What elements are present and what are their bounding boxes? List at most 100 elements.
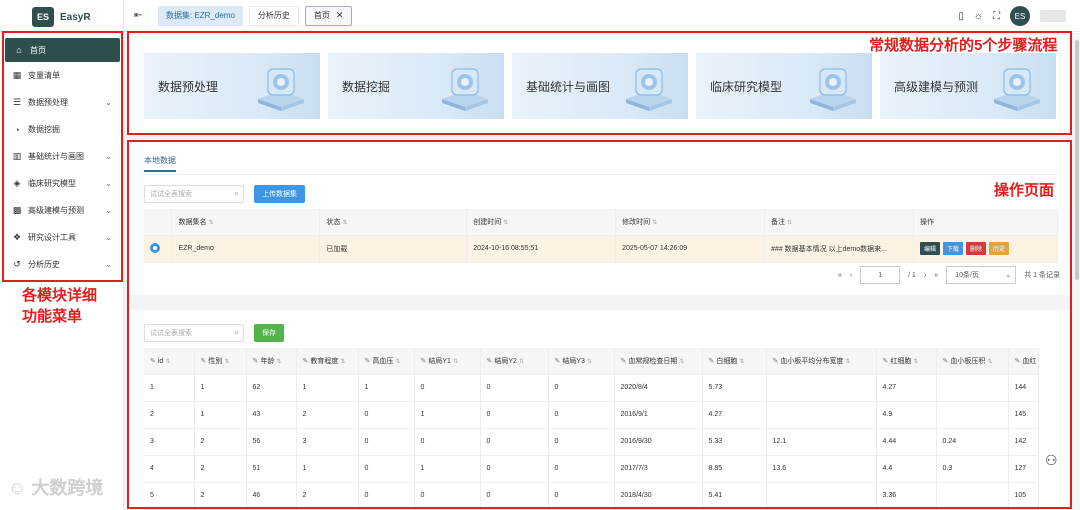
sidebar-item[interactable]: ▥ 基础统计与画图 ⌄ <box>3 143 122 170</box>
step-card[interactable]: 高级建模与预测 <box>880 53 1056 119</box>
table-cell[interactable]: 4.27 <box>876 374 937 402</box>
table-cell[interactable] <box>766 401 877 429</box>
page-size-select[interactable]: 10条/页 ⌄ <box>946 266 1017 284</box>
edit-icon[interactable]: ✎ <box>201 358 207 365</box>
step-card[interactable]: 临床研究模型 <box>696 53 872 119</box>
op-button[interactable]: 下载 <box>943 242 964 255</box>
sort-icon[interactable]: ⇅ <box>208 220 213 226</box>
sidebar-item[interactable]: ❖ 研究设计工具 ⌄ <box>3 224 122 251</box>
table-cell[interactable]: 1 <box>296 455 359 483</box>
table-cell[interactable]: 4 <box>144 455 195 483</box>
column-header[interactable]: ✎ 血小板平均分布宽度 ⇅ <box>766 348 877 375</box>
table-cell[interactable]: 13.6 <box>766 455 877 483</box>
table-cell[interactable]: 0.3 <box>936 455 1009 483</box>
table-cell[interactable]: 1 <box>144 374 195 402</box>
edit-icon[interactable]: ✎ <box>773 358 779 365</box>
op-button[interactable]: 删除 <box>966 242 987 255</box>
table-cell[interactable]: 0.24 <box>936 428 1009 456</box>
robot-assistant-icon[interactable]: ⚇ <box>1045 452 1063 470</box>
column-header[interactable]: 修改时间 ⇅ <box>615 209 766 236</box>
table-row[interactable]: 5 2 46 2 0 0 0 0 2018/4/30 5.41 3.36 105 <box>144 482 1039 510</box>
table-cell[interactable]: 2 <box>194 455 247 483</box>
theme-sun-icon[interactable]: ☼ <box>974 11 983 22</box>
table-cell[interactable]: 1 <box>358 374 415 402</box>
table-cell[interactable]: 4.44 <box>876 428 937 456</box>
sort-icon[interactable]: ⇅ <box>587 359 592 365</box>
sort-icon[interactable]: ⇅ <box>224 359 229 365</box>
table-cell[interactable]: 2 <box>144 401 195 429</box>
table-row[interactable]: 2 1 43 2 0 1 0 0 2016/9/1 4.27 4.9 145 <box>144 401 1039 429</box>
table-cell[interactable]: 1 <box>414 401 481 429</box>
table-cell[interactable]: 4.4 <box>876 455 937 483</box>
edit-icon[interactable]: ✎ <box>487 358 493 365</box>
tab-home[interactable]: 首页 ✕ <box>304 5 353 26</box>
prev-page-icon[interactable]: ‹ <box>850 272 852 279</box>
column-header[interactable]: ✎ 高血压 ⇅ <box>358 348 415 375</box>
table-cell[interactable]: 2020/8/4 <box>614 374 703 402</box>
table-cell[interactable] <box>766 482 877 510</box>
table-cell[interactable]: 5.33 <box>702 428 767 456</box>
sort-icon[interactable]: ⇅ <box>340 359 345 365</box>
sort-icon[interactable]: ⇅ <box>845 359 850 365</box>
step-card[interactable]: 数据挖掘 <box>328 53 504 119</box>
table-cell[interactable]: 5 <box>144 482 195 510</box>
table-cell[interactable]: 2016/9/1 <box>614 401 703 429</box>
column-header[interactable]: ✎ 血小板压积 ⇅ <box>936 348 1009 375</box>
table-cell[interactable]: 0 <box>548 374 615 402</box>
sort-icon[interactable]: ⇅ <box>652 220 657 226</box>
sort-icon[interactable]: ⇅ <box>165 359 170 365</box>
data-search-input[interactable]: 试试全表搜索 ⌕ <box>144 324 244 342</box>
table-cell[interactable]: 0 <box>480 455 549 483</box>
table-cell[interactable] <box>936 401 1009 429</box>
op-button[interactable]: 历史 <box>989 242 1010 255</box>
close-icon[interactable]: ✕ <box>336 10 344 21</box>
table-cell[interactable]: 0 <box>480 401 549 429</box>
sidebar-item[interactable]: ▩ 高级建模与预测 ⌄ <box>3 197 122 224</box>
column-header[interactable]: ✎ 教育程度 ⇅ <box>296 348 359 375</box>
table-cell[interactable]: 3 <box>144 428 195 456</box>
column-header[interactable]: ✎ 结局Y2 ⇅ <box>480 348 549 375</box>
dataset-search-input[interactable]: 试试全表搜索 ⌕ <box>144 185 244 203</box>
table-cell[interactable]: 43 <box>246 401 297 429</box>
table-cell[interactable]: 0 <box>358 428 415 456</box>
table-cell[interactable]: 8.85 <box>702 455 767 483</box>
table-cell[interactable]: 0 <box>358 401 415 429</box>
table-cell[interactable]: 0 <box>414 428 481 456</box>
sort-icon[interactable]: ⇅ <box>503 220 508 226</box>
edit-icon[interactable]: ✎ <box>1015 358 1021 365</box>
column-header[interactable]: ✎ 血红 <box>1008 348 1039 375</box>
table-cell[interactable]: 0 <box>414 482 481 510</box>
table-cell[interactable]: 0 <box>480 374 549 402</box>
sort-icon[interactable]: ⇅ <box>395 359 400 365</box>
column-header[interactable]: ✎ id ⇅ <box>144 348 195 375</box>
edit-icon[interactable]: ✎ <box>421 358 427 365</box>
column-header[interactable]: ✎ 红细胞 ⇅ <box>876 348 937 375</box>
row-select-cell[interactable] <box>144 235 173 263</box>
table-cell[interactable]: 0 <box>548 401 615 429</box>
tab-hist[interactable]: 分析历史 <box>248 5 299 26</box>
table-cell[interactable]: 5.41 <box>702 482 767 510</box>
row-radio[interactable] <box>150 242 160 253</box>
sidebar-item[interactable]: ◔ 数据挖掘 <box>3 116 122 143</box>
table-cell[interactable] <box>936 482 1009 510</box>
next-page-icon[interactable]: › <box>924 272 926 279</box>
table-cell[interactable]: 4.9 <box>876 401 937 429</box>
table-cell[interactable]: 105 <box>1008 482 1039 510</box>
sort-icon[interactable]: ⇅ <box>276 359 281 365</box>
table-cell[interactable]: 2 <box>194 482 247 510</box>
page-input[interactable]: 1 <box>860 266 901 284</box>
table-cell[interactable]: 1 <box>414 455 481 483</box>
column-header[interactable]: 创建时间 ⇅ <box>466 209 617 236</box>
table-cell[interactable]: 142 <box>1008 428 1039 456</box>
table-cell[interactable] <box>766 374 877 402</box>
table-cell[interactable]: 3.36 <box>876 482 937 510</box>
edit-icon[interactable]: ✎ <box>883 358 889 365</box>
table-cell[interactable]: 1 <box>296 374 359 402</box>
sort-icon[interactable]: ⇅ <box>453 359 458 365</box>
table-cell[interactable]: 2016/9/30 <box>614 428 703 456</box>
table-cell[interactable]: 2 <box>194 428 247 456</box>
table-cell[interactable]: 62 <box>246 374 297 402</box>
edit-icon[interactable]: ✎ <box>365 358 371 365</box>
table-row[interactable]: 3 2 56 3 0 0 0 0 2016/9/30 5.33 12.1 4.44 0.24 142 <box>144 428 1039 456</box>
table-row[interactable]: EZR_demo 已加载 2024-10-16 08:55:51 2025-05-07… <box>144 235 1058 263</box>
